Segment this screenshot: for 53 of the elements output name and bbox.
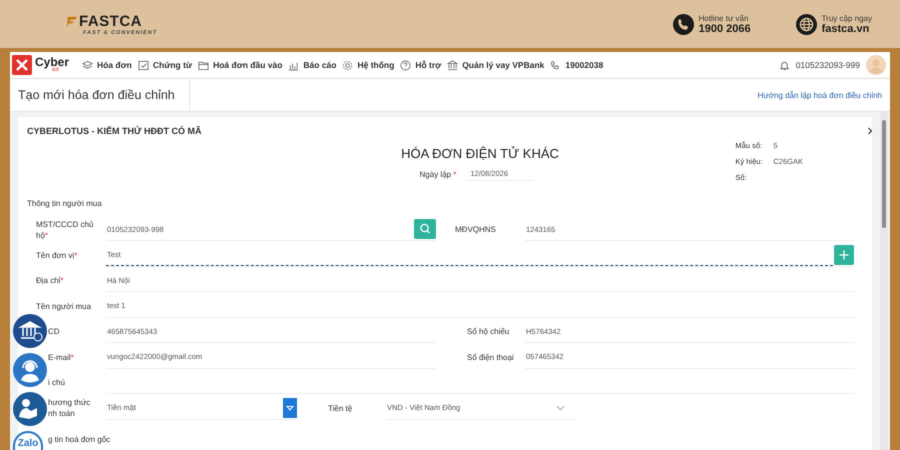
field-label: i chú [48, 377, 66, 388]
chevron-icon[interactable] [867, 127, 872, 135]
menu-item[interactable]: 19002038 [565, 60, 604, 70]
help-icon[interactable] [400, 60, 412, 70]
section-heading: g tin hoá đơn gốc [48, 435, 112, 446]
reader-icon[interactable] [13, 392, 47, 426]
field-label: Tiền tệ [328, 402, 354, 414]
search-button[interactable] [414, 219, 436, 240]
help-link[interactable]: Hướng dẫn lập hoá đơn điều chỉnh [758, 90, 882, 100]
menu-item[interactable]: Quản lý vay VPBank [462, 60, 544, 70]
contact-label: Truy cập ngay [822, 14, 872, 22]
menu-item[interactable]: Chứng từ [152, 60, 192, 70]
scrollbar-thumb[interactable] [882, 120, 886, 228]
layers-icon[interactable] [82, 60, 93, 70]
brand-logo: FASTCA [65, 12, 158, 30]
page-title: Tạo mới hóa đơn điều chỉnh [18, 80, 190, 110]
dropdown-button[interactable] [283, 398, 297, 418]
menu-item[interactable]: Hỗ trợ [415, 60, 442, 70]
check-icon[interactable] [138, 60, 149, 70]
bell-icon[interactable] [778, 60, 790, 70]
add-button[interactable] [833, 244, 855, 265]
headset-icon[interactable] [13, 353, 47, 387]
menu-item[interactable]: Hóa đơn [97, 60, 132, 70]
globe-icon [796, 14, 817, 34]
menu-item[interactable]: Hoá đơn đầu vào [213, 60, 282, 70]
company-name: CYBERLOTUS - KIỂM THỬ HĐĐT CÓ MÃ [27, 126, 202, 136]
field-label: Số điện thoại [467, 352, 515, 363]
menu-item[interactable]: Hệ thống [357, 60, 394, 70]
menu-item[interactable]: Báo cáo [303, 60, 336, 70]
field-label: Tên đơn vị* [36, 250, 78, 261]
invoice-title: HÓA ĐƠN ĐIỆN TỬ KHÁC [401, 146, 559, 161]
bank-icon[interactable] [13, 314, 47, 348]
account-id[interactable]: 0105232093-999 [796, 60, 860, 70]
contact-value[interactable]: 1900 2066 [698, 22, 751, 34]
field-label: Ngày lập * [420, 170, 456, 178]
bank-icon[interactable] [447, 60, 458, 70]
phone-icon [672, 14, 694, 34]
field-label: Số hộ chiếu [467, 326, 510, 338]
section-heading: Thông tin người mua [27, 199, 103, 210]
field-label: MST/CCCD chủ hộ* [36, 218, 94, 241]
field-label: E-mail* [48, 352, 75, 363]
gear-icon[interactable] [342, 60, 354, 70]
folder-icon[interactable] [198, 60, 210, 70]
phone-icon[interactable] [550, 60, 562, 70]
field-label: Địa chỉ* [36, 275, 65, 286]
field-label: hương thức nh toán [48, 397, 92, 420]
field-label: MĐVQHNS [455, 224, 497, 236]
contact-label: Hotline tư vấn [698, 14, 750, 22]
contact-value[interactable]: fastca.vn [822, 22, 872, 34]
field-label: Tên người mua [36, 300, 92, 312]
field-label: CD [48, 326, 61, 338]
caret-icon[interactable] [556, 404, 565, 411]
logo-text: Cyber [35, 55, 70, 69]
